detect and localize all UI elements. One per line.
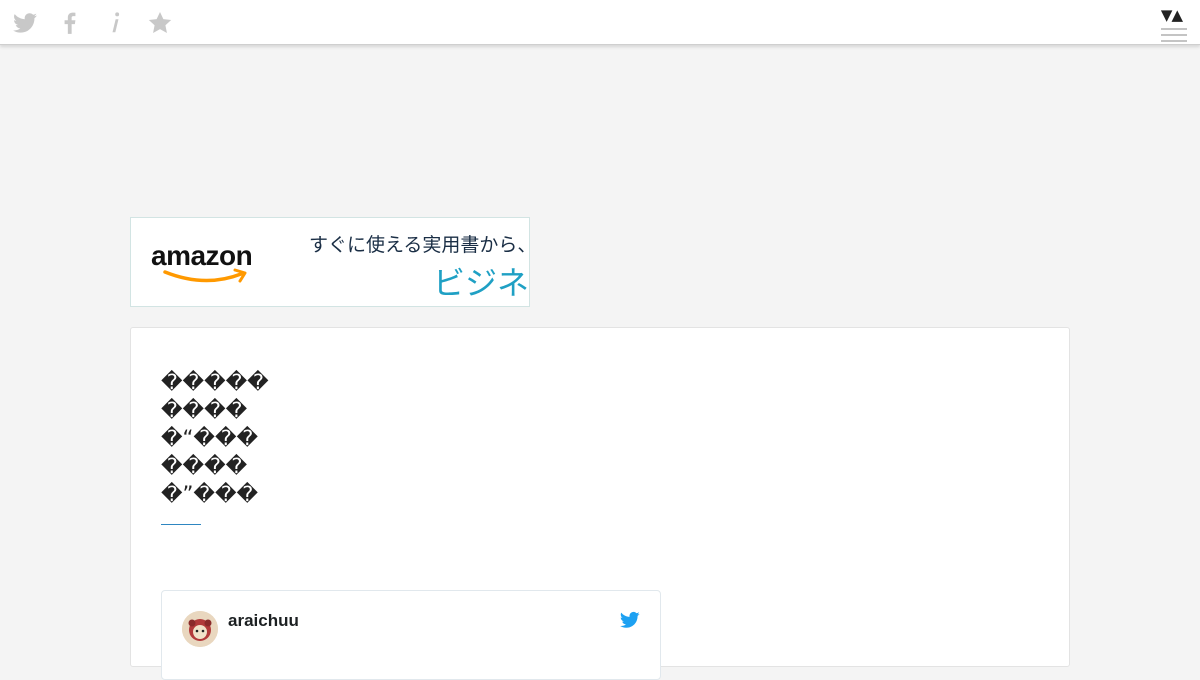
embedded-tweet[interactable]: araichuu: [161, 590, 661, 680]
twitter-icon[interactable]: [12, 10, 38, 36]
twitter-bird-icon[interactable]: [620, 611, 640, 629]
title-line: �”���: [161, 482, 259, 506]
star-icon[interactable]: [147, 10, 173, 36]
title-line: �����: [161, 370, 269, 394]
ad-headline: ビジネス: [433, 264, 530, 302]
top-toolbar: ▼▲: [0, 0, 1200, 45]
avatar[interactable]: [182, 611, 218, 647]
sort-toggle-button[interactable]: ▼▲: [1161, 6, 1183, 24]
ad-tagline: すぐに使える実用書から、話: [309, 234, 529, 256]
info-icon[interactable]: [102, 10, 128, 36]
hamburger-menu-icon[interactable]: [1161, 28, 1187, 46]
title-line: �“���: [161, 426, 259, 450]
facebook-icon[interactable]: [57, 10, 83, 36]
article-title: ����� ���� �“��� ���� �”���: [161, 368, 269, 508]
amazon-logo: amazon: [151, 240, 271, 286]
amazon-smile-icon: [163, 268, 247, 283]
article-card: ����� ���� �“��� ���� �”��� araichuu: [130, 327, 1070, 680]
title-line: ����: [161, 398, 248, 422]
tweet-username[interactable]: araichuu: [228, 611, 299, 631]
title-line: ����: [161, 454, 248, 478]
amazon-banner-ad[interactable]: amazon すぐに使える実用書から、話 ビジネス: [130, 217, 530, 307]
title-divider: [161, 524, 201, 525]
